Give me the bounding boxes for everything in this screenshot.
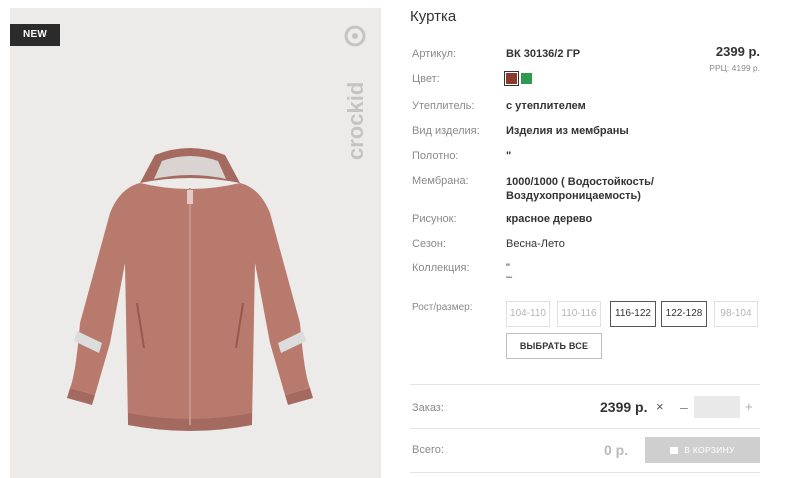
size-option[interactable]: 110-116: [557, 301, 601, 327]
spec-row-fabric: Полотно: ": [412, 150, 782, 166]
brand-logo: crockid: [343, 25, 368, 160]
spec-row-season: Сезон: Весна-Лето: [412, 238, 782, 254]
spec-value: Весна-Лето: [506, 238, 565, 250]
remove-icon[interactable]: ×: [656, 399, 664, 414]
increment-button[interactable]: +: [745, 399, 753, 414]
spec-label: Цвет:: [412, 73, 440, 85]
quantity-input[interactable]: [694, 396, 740, 418]
spec-value: 1000/1000 ( Водостойкость/ Воздухопрониц…: [506, 176, 654, 202]
spec-value: ": [506, 150, 512, 162]
divider: [410, 384, 760, 385]
spec-label: Вид изделия:: [412, 125, 480, 137]
spec-label: Рисунок:: [412, 213, 457, 225]
spec-row-pattern: Рисунок: красное дерево: [412, 213, 782, 229]
spec-label: Артикул:: [412, 48, 457, 60]
size-option[interactable]: 98-104: [714, 301, 758, 327]
spec-label: Мембрана:: [412, 175, 469, 187]
cart-icon: [670, 447, 679, 454]
size-option[interactable]: 104-110: [506, 301, 550, 327]
add-to-cart-label: В КОРЗИНУ: [684, 445, 735, 455]
spec-value: красное дерево: [506, 213, 593, 225]
size-option[interactable]: 122-128: [661, 301, 707, 327]
product-title: Куртка: [410, 8, 457, 25]
spec-label: Сезон:: [412, 238, 446, 250]
select-all-button[interactable]: ВЫБРАТЬ ВСЕ: [506, 333, 602, 359]
new-badge: NEW: [10, 24, 60, 46]
color-swatch-green[interactable]: [521, 73, 532, 84]
spec-label: Полотно:: [412, 150, 459, 162]
divider: [410, 472, 760, 473]
spec-row-insulation: Утеплитель: с утеплителем: [412, 100, 782, 116]
spec-label: Рост/размер:: [412, 302, 473, 313]
spec-value-2: –: [506, 271, 513, 283]
brand-logo-text: crockid: [343, 82, 368, 160]
size-option[interactable]: 116-122: [610, 301, 656, 327]
spec-value: ВК 30136/2 ГР: [506, 48, 581, 60]
spec-label: Утеплитель:: [412, 100, 475, 112]
product-image-panel[interactable]: NEW crockid: [10, 8, 381, 478]
spec-value: Изделия из мембраны: [506, 125, 629, 137]
total-price: 0 р.: [604, 442, 629, 458]
order-label: Заказ:: [412, 402, 444, 414]
add-to-cart-button[interactable]: В КОРЗИНУ: [645, 437, 760, 463]
spec-row-type: Вид изделия: Изделия из мембраны: [412, 125, 782, 141]
order-price: 2399 р.: [600, 399, 648, 415]
spec-value: с утеплителем: [506, 100, 586, 112]
spec-label: Коллекция:: [412, 262, 470, 274]
rrc-price: РРЦ: 4199 р.: [709, 63, 760, 73]
spec-row-collection: Коллекция: " –: [412, 262, 782, 284]
color-swatch-brown[interactable]: [504, 71, 519, 86]
decrement-button[interactable]: –: [680, 399, 688, 415]
spec-row-color: Цвет:: [412, 71, 782, 89]
spec-row-membrane: Мембрана: 1000/1000 ( Водостойкость/ Воз…: [412, 175, 782, 205]
size-selector: 104-110 110-116 116-122 122-128 98-104: [506, 301, 766, 329]
spec-row-article: Артикул: ВК 30136/2 ГР: [412, 48, 782, 64]
divider: [410, 428, 760, 429]
jacket-image: [67, 148, 313, 431]
total-label: Всего:: [412, 444, 444, 456]
